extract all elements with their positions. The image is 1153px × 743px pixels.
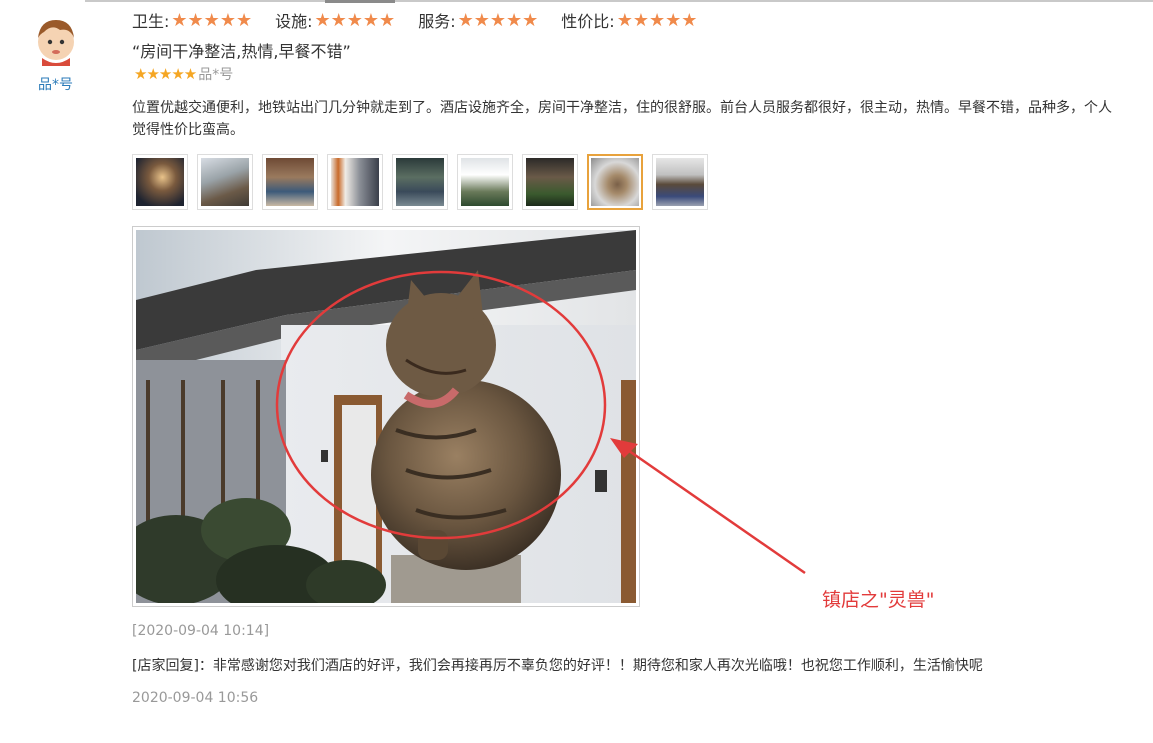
photo-thumbnail[interactable] <box>132 154 188 210</box>
review-meta: ★★★★★ 品*号 <box>134 64 233 84</box>
star-rating-icon: ★★★★★ <box>171 9 253 31</box>
cartoon-boy-avatar-icon <box>38 20 74 66</box>
annotation-arrow-line <box>621 444 806 575</box>
photo-thumbnail[interactable] <box>457 154 513 210</box>
cat-photo-illustration <box>136 230 636 603</box>
rating-label: 性价比: <box>561 12 615 31</box>
avatar[interactable] <box>30 14 82 66</box>
photo-thumbnail[interactable] <box>262 154 318 210</box>
main-photo[interactable] <box>132 226 640 607</box>
photo-thumbnail[interactable] <box>522 154 578 210</box>
reply-date: 2020-09-04 10:56 <box>132 690 259 706</box>
cat-photo <box>136 230 636 603</box>
review-title: “房间干净整洁,热情,早餐不错” <box>132 42 351 61</box>
merchant-reply: [店家回复]：非常感谢您对我们酒店的好评，我们会再接再厉不辜负您的好评！！期待您… <box>132 658 983 674</box>
annotation-caption: 镇店之"灵兽" <box>822 589 935 611</box>
review-date: [2020-09-04 10:14] <box>132 623 270 639</box>
photo-thumbnail[interactable] <box>197 154 253 210</box>
rating-hygiene: 卫生: ★★★★★ <box>132 8 252 32</box>
star-rating-icon: ★★★★★ <box>314 9 396 31</box>
top-divider <box>85 0 1153 2</box>
rating-service: 服务: ★★★★★ <box>418 8 538 32</box>
star-rating-icon: ★★★★★ <box>616 9 698 31</box>
photo-thumbnail[interactable] <box>327 154 383 210</box>
rating-value: 性价比: ★★★★★ <box>561 8 697 32</box>
photo-thumbnails <box>132 154 717 210</box>
review-body: 位置优越交通便利，地铁站出门几分钟就走到了。酒店设施齐全，房间干净整洁，住的很舒… <box>132 100 1112 138</box>
photo-thumbnail[interactable] <box>652 154 708 210</box>
photo-thumbnail-selected[interactable] <box>587 154 643 210</box>
scroll-indicator <box>325 0 395 3</box>
star-rating-icon: ★★★★★ <box>457 9 539 31</box>
rating-facilities: 设施: ★★★★★ <box>275 8 395 32</box>
review-author: 品*号 <box>198 67 234 83</box>
rating-label: 服务: <box>418 12 456 31</box>
photo-thumbnail[interactable] <box>392 154 448 210</box>
overall-star-icon: ★★★★★ <box>134 65 197 83</box>
rating-label: 卫生: <box>132 12 170 31</box>
rating-label: 设施: <box>275 12 313 31</box>
username[interactable]: 品*号 <box>38 74 73 94</box>
ratings-bar: 卫生: ★★★★★ 设施: ★★★★★ 服务: ★★★★★ 性价比: ★★★★★ <box>132 8 720 32</box>
